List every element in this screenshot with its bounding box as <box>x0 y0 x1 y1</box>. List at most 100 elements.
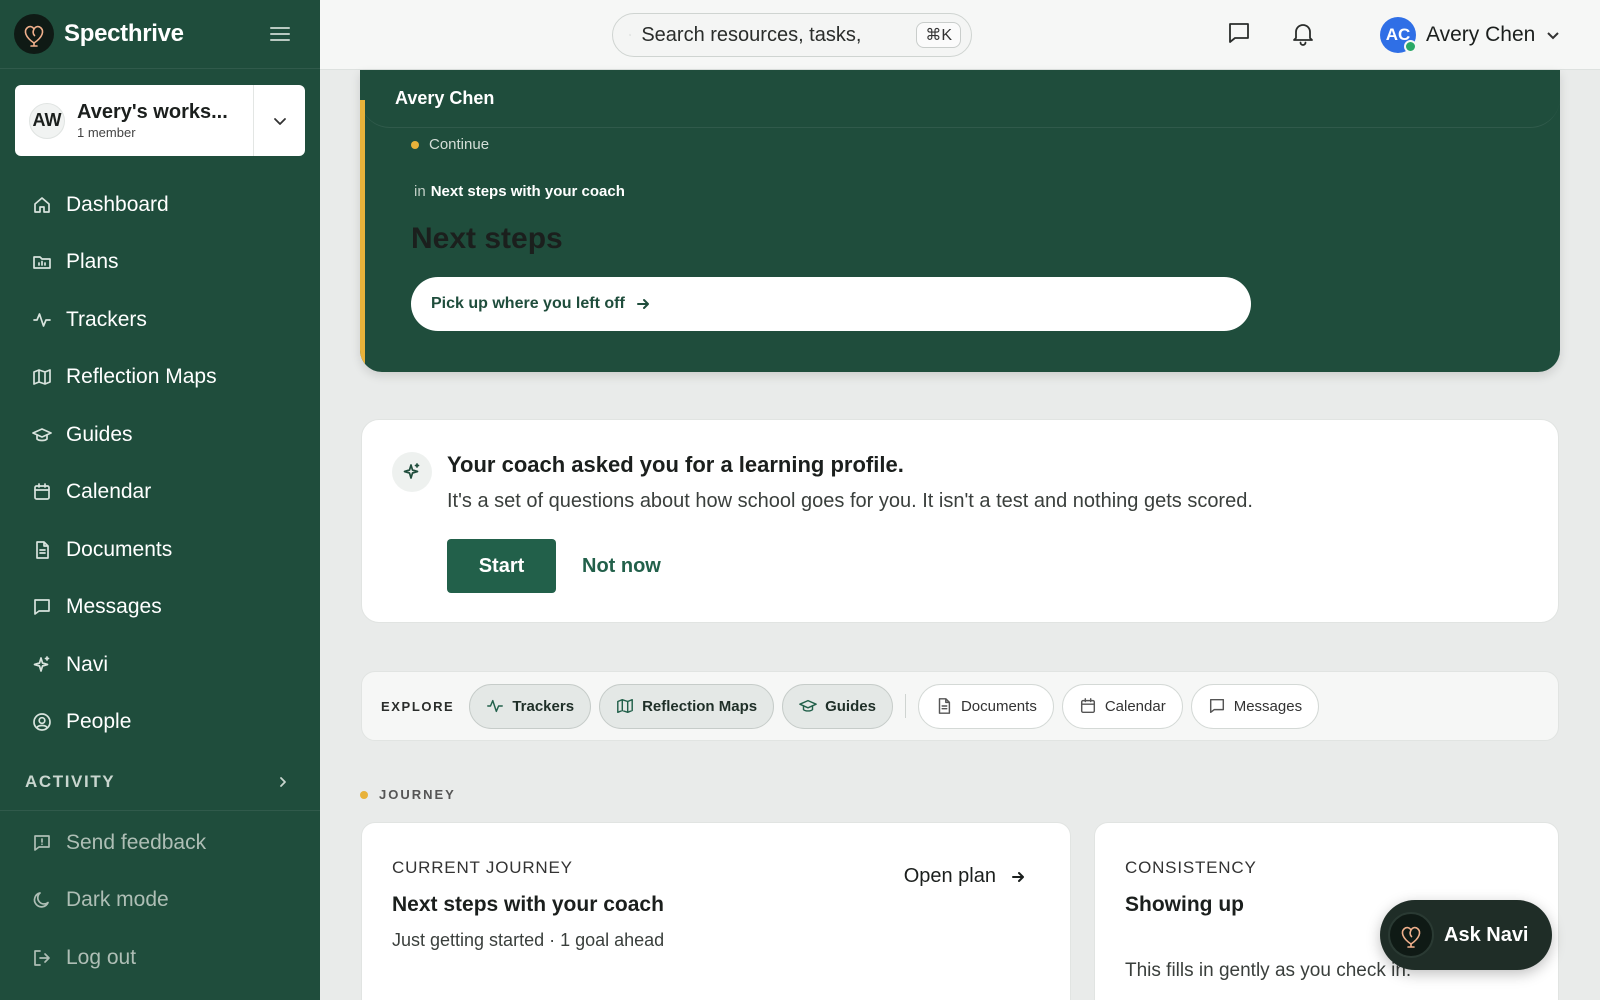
brand-divider <box>0 68 320 69</box>
workspace-dropdown-button[interactable] <box>253 85 305 156</box>
bell-icon <box>1293 24 1313 46</box>
learning-profile-title: Your coach asked you for a learning prof… <box>447 452 904 477</box>
user-name: Avery Chen <box>1426 23 1536 46</box>
current-journey-eyebrow: CURRENT JOURNEY <box>392 858 573 877</box>
chevron-right-icon <box>280 777 286 787</box>
sparkle-icon <box>392 452 432 492</box>
menu-toggle-icon[interactable] <box>270 24 290 44</box>
chip-label: Trackers <box>512 697 575 715</box>
messages-button[interactable] <box>1226 20 1254 48</box>
hero-context-plan: Next steps with your coach <box>430 183 625 200</box>
graduation-cap-icon <box>32 427 52 442</box>
nav-item-label: Messages <box>66 595 162 619</box>
hero-status-label: Continue <box>429 136 490 153</box>
explore-chip-messages[interactable]: Messages <box>1190 683 1320 729</box>
explore-chip-calendar[interactable]: Calendar <box>1061 683 1183 729</box>
chip-label: Calendar <box>1104 697 1166 715</box>
footer-nav: Send feedback Dark mode Log out <box>0 814 320 987</box>
document-icon <box>938 698 951 714</box>
learning-profile-description: It's a set of questions about how school… <box>447 490 1253 512</box>
sidebar: Specthrive AW Avery's works... 1 member … <box>0 0 320 1000</box>
nav-item-label: Trackers <box>66 307 147 331</box>
chip-divider <box>904 694 906 718</box>
explore-chip-guides[interactable]: Guides <box>782 683 893 729</box>
nav-item-label: Plans <box>66 250 119 274</box>
hero-accent-bar <box>360 100 365 372</box>
nav-item-people[interactable]: People <box>0 694 320 752</box>
notifications-button[interactable] <box>1290 20 1318 48</box>
workspace-info[interactable]: AW Avery's works... 1 member <box>15 85 253 156</box>
moon-icon <box>33 892 49 908</box>
graduation-cap-icon <box>799 699 817 712</box>
nav-item-reflection-maps[interactable]: Reflection Maps <box>0 349 320 407</box>
brand-name: Specthrive <box>64 20 184 47</box>
explore-chip-reflection-maps[interactable]: Reflection Maps <box>599 683 775 729</box>
activity-section-toggle[interactable]: ACTIVITY <box>0 766 320 798</box>
search-box[interactable]: ⌘K <box>612 13 972 57</box>
chevron-down-icon <box>273 117 286 125</box>
nav-item-calendar[interactable]: Calendar <box>0 464 320 522</box>
journey-label: JOURNEY <box>379 787 456 802</box>
nav-item-label: Dark mode <box>66 888 169 912</box>
map-icon <box>33 369 51 386</box>
consistency-eyebrow: CONSISTENCY <box>1125 858 1257 877</box>
hero-owner: Avery Chen <box>395 88 495 108</box>
consistency-title: Showing up <box>1125 893 1244 916</box>
user-menu[interactable]: AC Avery Chen <box>1380 16 1561 54</box>
status-dot <box>411 140 419 149</box>
nav-item-label: Dashboard <box>66 192 169 216</box>
start-button[interactable]: Start <box>447 539 556 593</box>
search-shortcut-badge: ⌘K <box>916 22 961 48</box>
nav-item-label: People <box>66 710 132 734</box>
nav-item-dashboard[interactable]: Dashboard <box>0 176 320 234</box>
calendar-icon <box>1080 698 1095 714</box>
main-nav: Dashboard Plans Trackers Reflection Maps… <box>0 176 320 751</box>
current-journey-title: Next steps with your coach <box>392 893 664 916</box>
folder-chart-icon <box>33 256 51 270</box>
nav-item-label: Calendar <box>66 480 152 504</box>
not-now-button[interactable]: Not now <box>582 539 661 593</box>
nav-item-documents[interactable]: Documents <box>0 521 320 579</box>
map-icon <box>617 698 633 714</box>
hero-header: Avery Chen <box>360 70 1560 128</box>
brand[interactable]: Specthrive <box>14 14 184 54</box>
nav-item-label: Guides <box>66 422 133 446</box>
nav-item-label: Send feedback <box>66 830 207 854</box>
log-out-button[interactable]: Log out <box>0 929 320 987</box>
ask-navi-button[interactable]: Ask Navi <box>1380 900 1552 970</box>
chip-label: Reflection Maps <box>642 697 758 715</box>
open-plan-link[interactable]: Open plan <box>904 865 1026 888</box>
arrow-right-icon <box>1012 871 1024 882</box>
nav-item-messages[interactable]: Messages <box>0 579 320 637</box>
nav-item-trackers[interactable]: Trackers <box>0 291 320 349</box>
learning-profile-card: Your coach asked you for a learning prof… <box>361 419 1559 623</box>
activity-icon <box>33 312 51 327</box>
explore-label: EXPLORE <box>381 698 455 714</box>
ask-navi-label: Ask Navi <box>1444 923 1529 946</box>
dark-mode-toggle[interactable]: Dark mode <box>0 872 320 930</box>
workspace-switcher[interactable]: AW Avery's works... 1 member <box>15 85 305 156</box>
chip-label: Guides <box>825 697 876 715</box>
home-icon <box>34 196 50 213</box>
nav-item-label: Reflection Maps <box>66 365 217 389</box>
workspace-avatar: AW <box>29 102 65 139</box>
sidebar-divider <box>0 810 320 811</box>
nav-item-navi[interactable]: Navi <box>0 636 320 694</box>
topbar: ⌘K AC Avery Chen <box>320 0 1600 70</box>
activity-section-label: ACTIVITY <box>25 772 116 791</box>
explore-bar: EXPLORE Trackers Reflection Maps Guides … <box>361 671 1559 741</box>
nav-item-label: Log out <box>66 945 137 969</box>
send-feedback-button[interactable]: Send feedback <box>0 814 320 872</box>
current-journey-subtitle: Just getting started · 1 goal ahead <box>392 930 665 950</box>
open-plan-label: Open plan <box>903 865 996 887</box>
nav-item-guides[interactable]: Guides <box>0 406 320 464</box>
search-input[interactable] <box>641 23 907 47</box>
journey-section-label: JOURNEY <box>360 787 456 802</box>
chip-label: Messages <box>1233 697 1303 715</box>
explore-chip-documents[interactable]: Documents <box>917 683 1054 729</box>
explore-chip-trackers[interactable]: Trackers <box>469 683 592 729</box>
hero-title: Next steps <box>411 222 563 255</box>
resume-button[interactable]: Pick up where you left off <box>411 277 1251 331</box>
nav-item-plans[interactable]: Plans <box>0 234 320 292</box>
navi-logo-icon <box>1388 912 1434 958</box>
